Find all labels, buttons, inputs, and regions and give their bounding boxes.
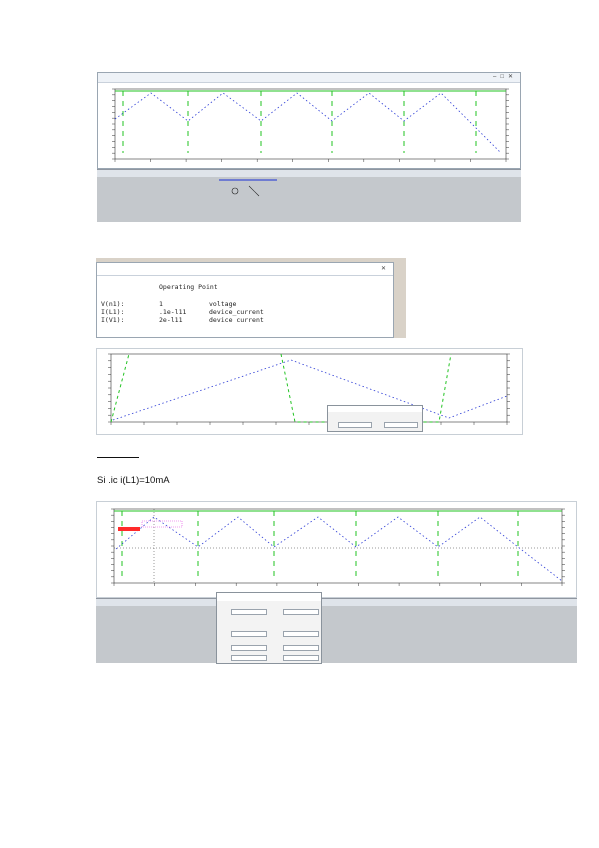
waveform-window-3	[96, 501, 577, 598]
cursor-field[interactable]	[231, 645, 267, 651]
cursor-field[interactable]	[283, 645, 319, 651]
cursor-field[interactable]	[338, 422, 372, 428]
cursor-dialog[interactable]	[327, 405, 423, 432]
cursor-dialog-title	[217, 593, 321, 601]
magenta-annotation	[141, 520, 183, 528]
window-controls[interactable]: ✕	[381, 263, 390, 275]
op-row-name: I(V1):	[101, 316, 125, 324]
caption-text: Si .ic i(L1)=10mA	[97, 475, 170, 486]
schematic-svg	[219, 179, 277, 197]
schematic-snippet	[219, 178, 279, 203]
log-titlebar	[96, 599, 577, 606]
waveform-window-1: –□✕	[97, 72, 521, 169]
cursor-field[interactable]	[231, 609, 267, 615]
op-row-value: 2e-l11	[159, 316, 183, 324]
cursor-field[interactable]	[283, 609, 319, 615]
op-heading: Operating Point	[159, 283, 218, 291]
waveform-plot[interactable]	[101, 83, 519, 167]
cursor-field[interactable]	[283, 655, 319, 661]
op-titlebar: ✕	[97, 263, 393, 276]
plot-3-svg	[111, 508, 565, 586]
cursor-field[interactable]	[231, 655, 267, 661]
waveform-plot[interactable]	[98, 503, 576, 597]
blue-trace	[112, 359, 508, 421]
window-titlebar: –□✕	[98, 73, 520, 83]
op-row-name: V(n1):	[101, 300, 125, 308]
op-row-value: 1	[159, 300, 163, 308]
waveform-window-2	[96, 348, 523, 435]
plot-frame	[110, 353, 508, 423]
blue-trace	[115, 516, 563, 582]
waveform-plot[interactable]	[99, 350, 522, 434]
cursor-field[interactable]	[384, 422, 418, 428]
cursor-dialog-title	[328, 406, 422, 412]
spice-error-log-1	[97, 169, 521, 222]
cursor-dialog[interactable]	[216, 592, 322, 664]
plot-frame	[114, 88, 507, 160]
op-row-type: device_current	[209, 308, 264, 316]
plot-2-svg	[108, 353, 510, 425]
operating-point-window: ✕ Operating Point V(n1): 1 voltage I(L1)…	[96, 262, 394, 338]
separator-line	[97, 457, 139, 458]
cursor-field[interactable]	[231, 631, 267, 637]
spice-error-log-2	[96, 598, 577, 663]
green-trace-edge	[110, 353, 130, 423]
op-row-value: .1e-l11	[159, 308, 187, 316]
blue-trace	[114, 92, 502, 154]
window-controls[interactable]: –□✕	[493, 73, 517, 82]
plot-frame	[113, 508, 563, 584]
plot-1-svg	[112, 88, 509, 162]
red-annotation	[118, 527, 140, 531]
op-row-type: voltage	[209, 300, 237, 308]
op-row-name: I(L1):	[101, 308, 125, 316]
cursor-field[interactable]	[283, 631, 319, 637]
op-row-type: device current	[209, 316, 264, 324]
log-titlebar	[97, 170, 521, 177]
